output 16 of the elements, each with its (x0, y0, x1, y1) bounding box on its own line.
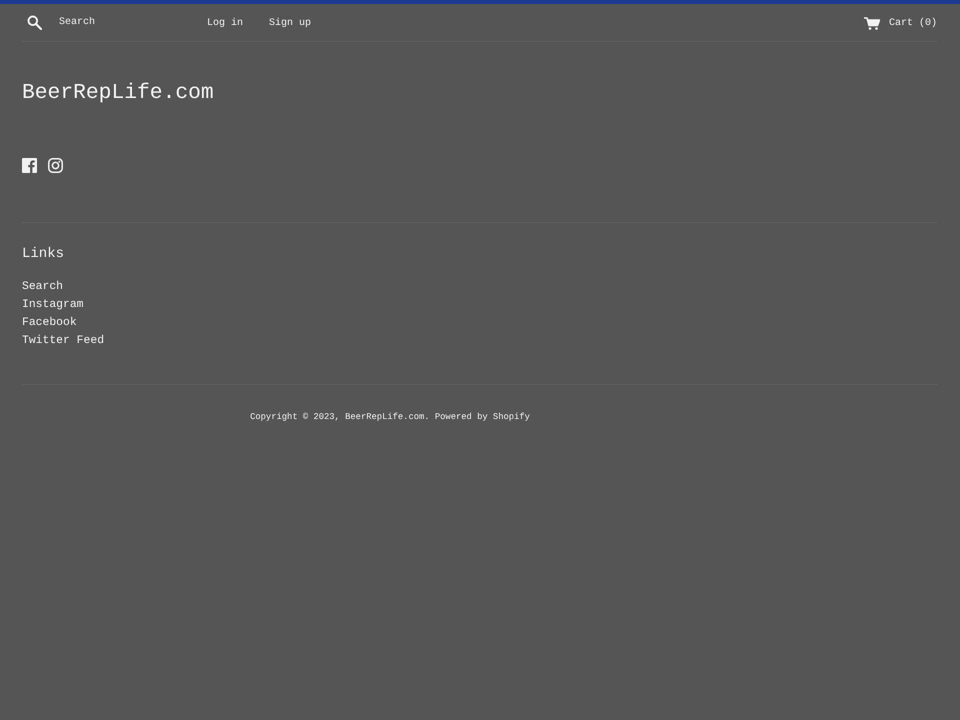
search-icon (26, 15, 42, 30)
search-button[interactable] (26, 14, 42, 30)
facebook-icon[interactable] (22, 158, 37, 173)
account-link[interactable]: Log in (207, 16, 244, 30)
copyright-text: Copyright © 2023, BeerRepLife.com. Powered by Shopify (250, 411, 530, 424)
links-heading: Links (22, 245, 64, 264)
account-link[interactable]: Sign up (269, 16, 312, 30)
cart-link[interactable]: Cart (0) (864, 16, 937, 30)
cart-icon (864, 17, 880, 30)
instagram-icon[interactable] (48, 158, 63, 173)
footer-link[interactable]: Search (22, 278, 64, 296)
footer-link[interactable]: Twitter Feed (22, 332, 104, 350)
search-field[interactable]: Search (55, 12, 195, 34)
footer-link[interactable]: Facebook (22, 314, 77, 332)
site-title[interactable]: BeerRepLife.com (22, 79, 214, 107)
footer-link[interactable]: Instagram (22, 296, 84, 314)
